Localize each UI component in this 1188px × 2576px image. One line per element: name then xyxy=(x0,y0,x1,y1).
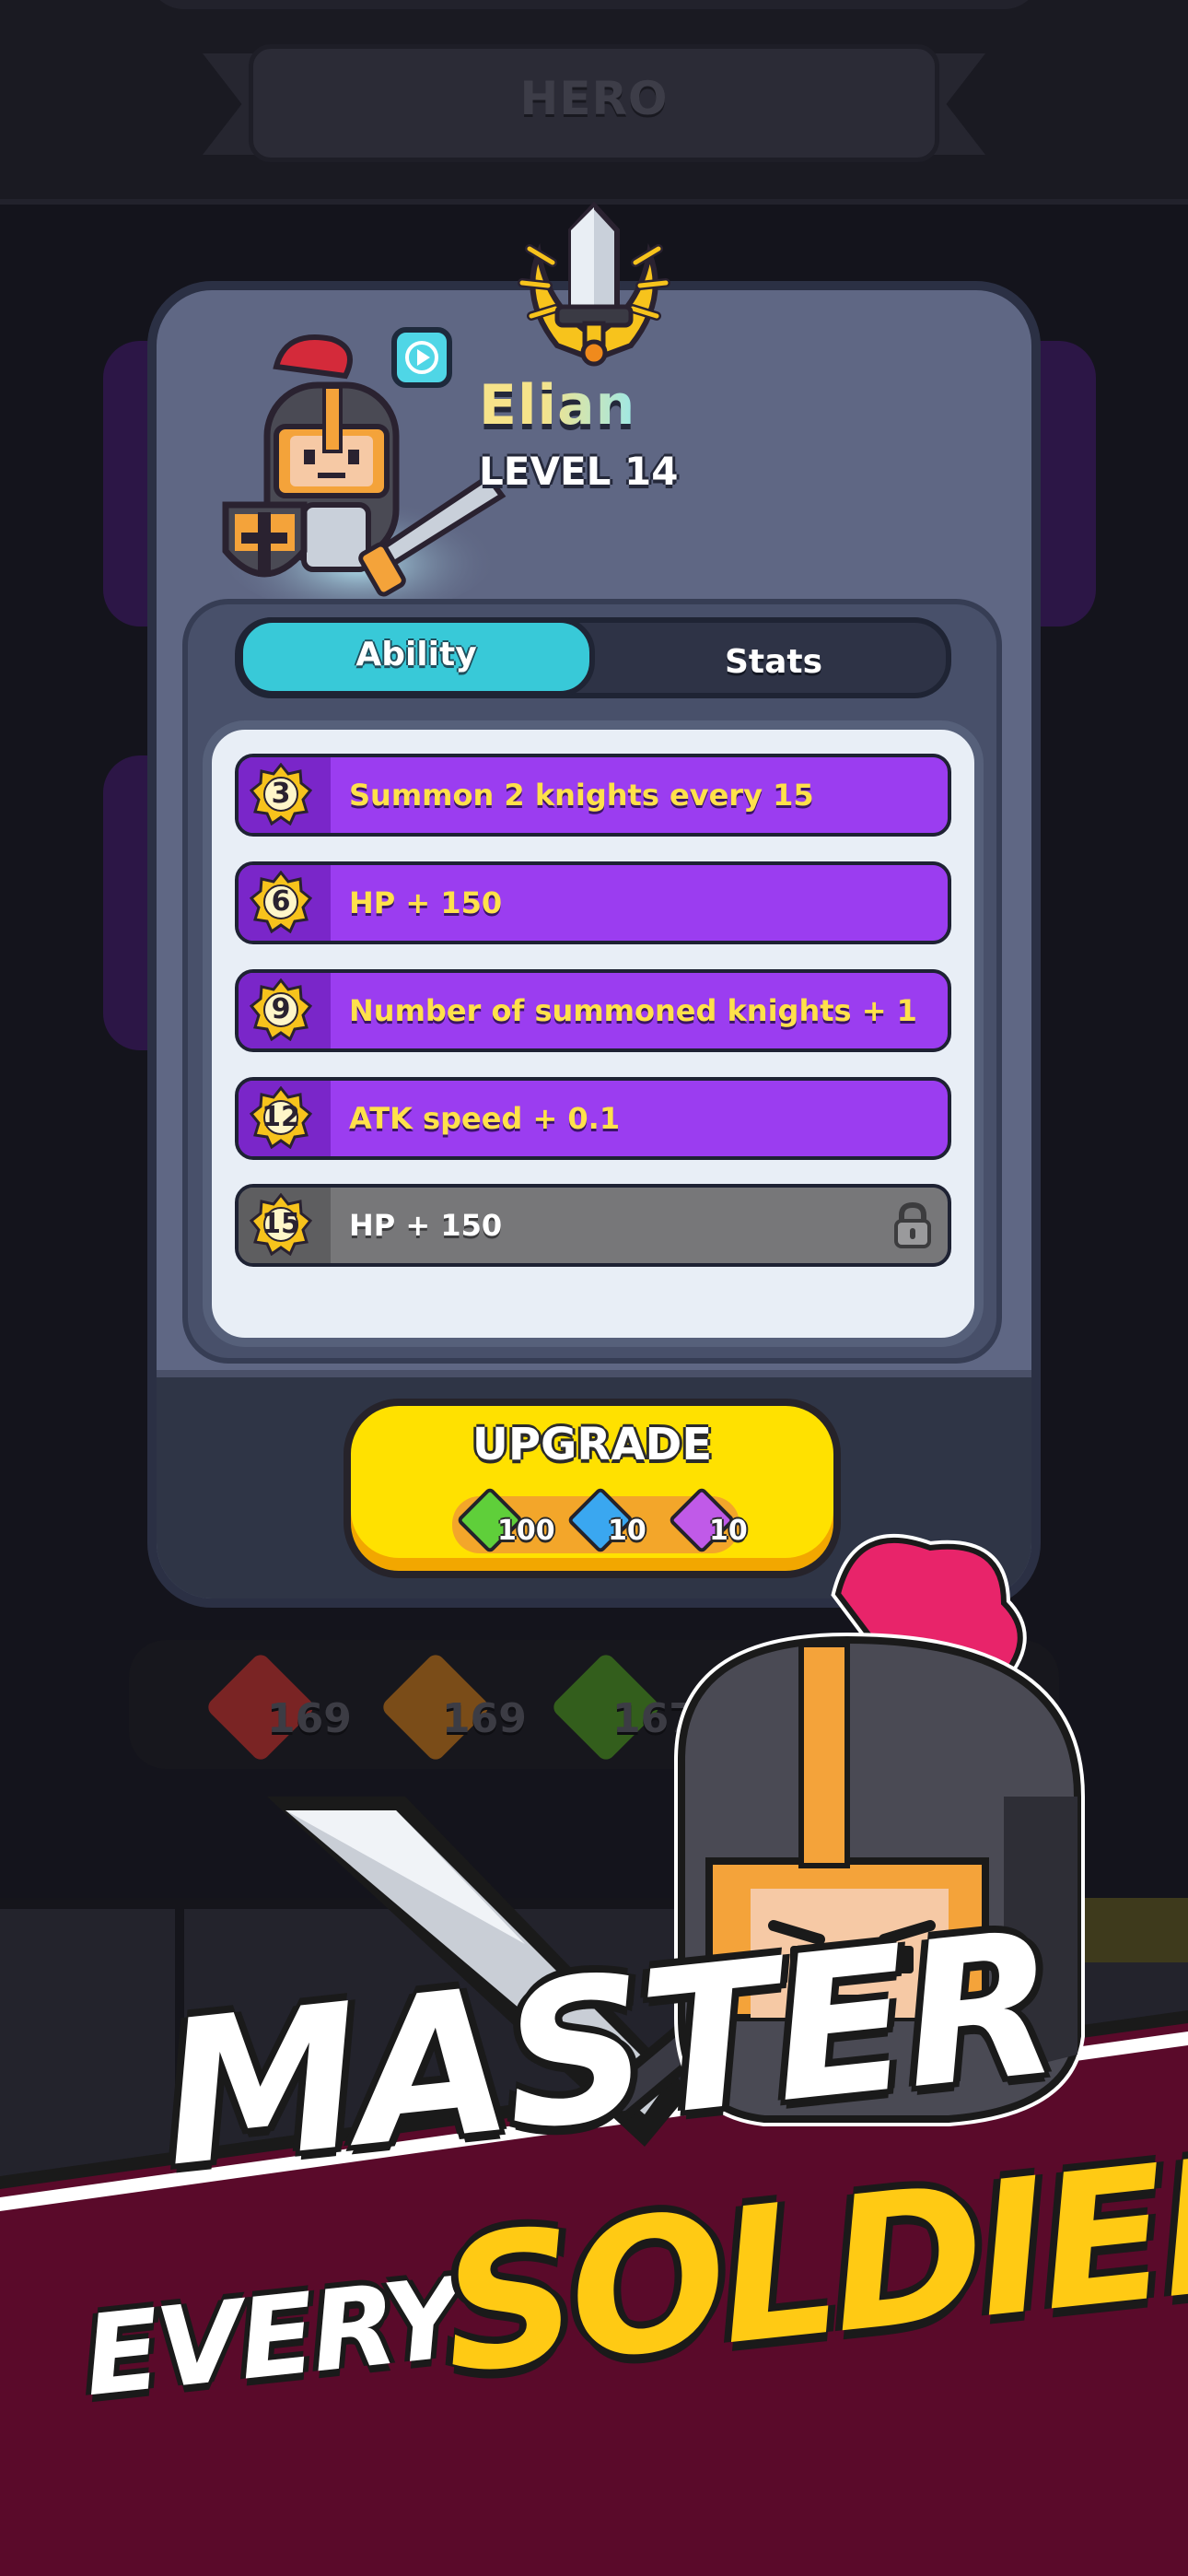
ability-row-locked[interactable]: 15 HP + 150 xyxy=(235,1184,951,1267)
level-slot: 15 xyxy=(239,1188,331,1263)
page-title: HERO xyxy=(519,72,669,125)
ability-text: HP + 150 xyxy=(349,1208,503,1243)
tab-stats[interactable]: Stats xyxy=(599,623,949,693)
watch-video-button[interactable] xyxy=(391,327,452,388)
level-slot: 6 xyxy=(239,865,331,941)
previous-card-edge xyxy=(147,0,1041,9)
ability-level: 9 xyxy=(271,993,291,1025)
ability-row[interactable]: 6 HP + 150 xyxy=(235,861,951,944)
sword-crest-icon xyxy=(518,201,670,367)
upgrade-label: UPGRADE xyxy=(472,1419,713,1470)
hero-level: LEVEL 14 xyxy=(479,449,679,494)
ability-text: Number of summoned knights + 1 xyxy=(349,993,917,1028)
ability-text: ATK speed + 0.1 xyxy=(349,1101,621,1136)
play-triangle-icon xyxy=(417,349,430,366)
tab-ability[interactable]: Ability xyxy=(238,617,595,697)
lock-icon xyxy=(894,1202,931,1248)
ability-text: HP + 150 xyxy=(349,885,503,920)
ability-level: 3 xyxy=(271,778,291,810)
ability-level: 6 xyxy=(271,885,291,918)
tab-stats-label: Stats xyxy=(724,643,823,681)
ability-row[interactable]: 9 Number of summoned knights + 1 xyxy=(235,969,951,1052)
ability-row[interactable]: 3 Summon 2 knights every 15 seconds xyxy=(235,754,951,837)
level-slot: 12 xyxy=(239,1081,331,1156)
ability-level: 12 xyxy=(262,1101,300,1133)
hero-name: Elian xyxy=(479,373,636,438)
ability-text: Summon 2 knights every 15 seconds xyxy=(349,778,814,813)
ability-level: 15 xyxy=(262,1208,300,1240)
tab-ability-label: Ability xyxy=(355,636,477,673)
level-slot: 9 xyxy=(239,973,331,1048)
level-slot: 3 xyxy=(239,757,331,833)
hero-header-banner: HERO xyxy=(203,44,985,164)
card-footer-rim xyxy=(157,1370,1031,1377)
ability-row[interactable]: 12 ATK speed + 0.1 xyxy=(235,1077,951,1160)
